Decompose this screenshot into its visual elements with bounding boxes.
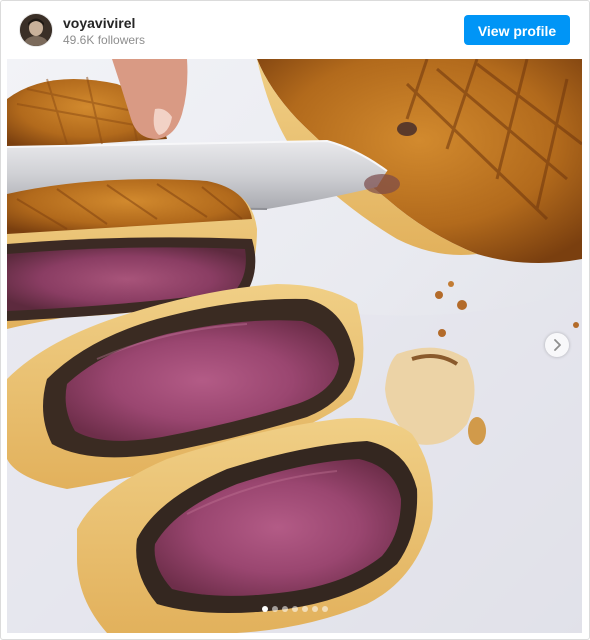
profile-avatar[interactable] <box>19 13 53 47</box>
post-photo[interactable] <box>7 59 582 633</box>
post-header: voyavivirel 49.6K followers View profile <box>1 1 589 59</box>
chevron-right-icon <box>554 339 561 351</box>
beef-wellington-photo <box>7 59 582 633</box>
avatar-image <box>20 14 52 46</box>
carousel-dot <box>322 606 328 612</box>
view-profile-button[interactable]: View profile <box>464 15 570 45</box>
carousel-indicator <box>1 606 589 612</box>
carousel-dot <box>262 606 268 612</box>
username[interactable]: voyavivirel <box>63 15 135 31</box>
instagram-embed: voyavivirel 49.6K followers View profile <box>0 0 590 640</box>
carousel-dot <box>302 606 308 612</box>
carousel-next-button[interactable] <box>545 333 569 357</box>
follower-count: 49.6K followers <box>63 33 146 47</box>
carousel-dot <box>312 606 318 612</box>
carousel-dot <box>282 606 288 612</box>
carousel-dot <box>292 606 298 612</box>
carousel-dot <box>272 606 278 612</box>
